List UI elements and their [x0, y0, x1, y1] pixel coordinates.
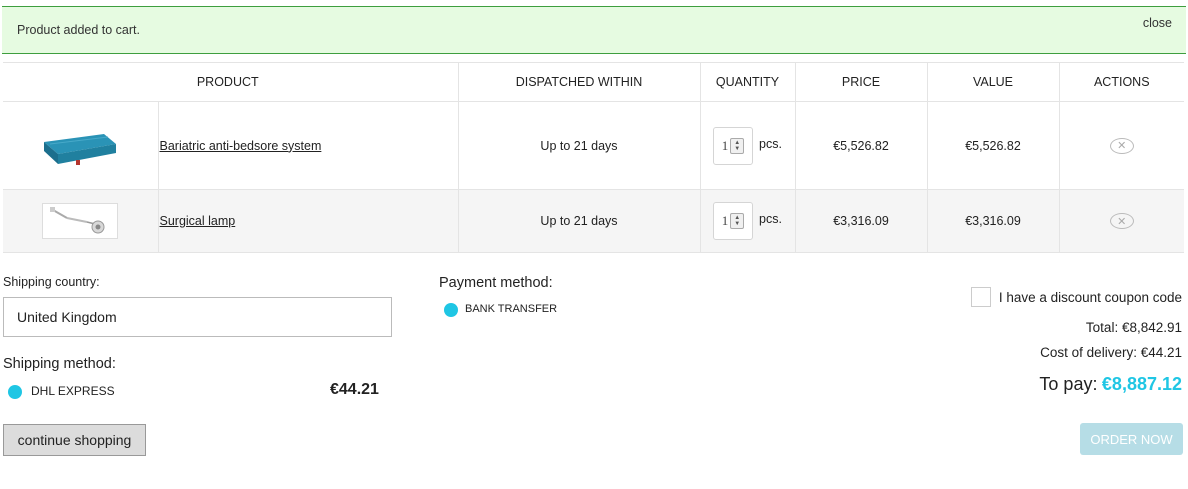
dispatch-cell: Up to 21 days [457, 189, 700, 253]
payment-option[interactable]: BANK TRANSFER [465, 303, 557, 315]
shipping-method-name[interactable]: DHL EXPRESS [31, 384, 115, 398]
quantity-value[interactable]: 1 [722, 138, 729, 154]
quantity-cell: 1 ▲ ▼ pcs. [699, 189, 795, 253]
delivery-cost-text: Cost of delivery: €44.21 [1040, 345, 1182, 360]
product-name-cell: Bariatric anti-bedsore system [157, 101, 458, 190]
remove-item-icon[interactable]: ✕ [1109, 213, 1134, 229]
shipping-method-label: Shipping method: [3, 356, 116, 372]
actions-cell: ✕ [1058, 189, 1184, 253]
cart-table: PRODUCT DISPATCHED WITHIN QUANTITY PRICE… [3, 62, 1184, 253]
payment-method-label: Payment method: [439, 275, 553, 291]
alert-close-link[interactable]: close [1143, 16, 1172, 30]
header-value: VALUE [926, 62, 1059, 102]
remove-item-icon[interactable]: ✕ [1109, 137, 1134, 154]
product-link[interactable]: Bariatric anti-bedsore system [160, 139, 322, 153]
actions-cell: ✕ [1058, 101, 1184, 190]
coupon-checkbox[interactable] [971, 287, 991, 307]
table-row: Surgical lamp Up to 21 days 1 ▲ ▼ pcs. €3… [3, 189, 1184, 253]
alert-message: Product added to cart. [17, 23, 140, 37]
spinner-icon[interactable]: ▲ ▼ [730, 213, 745, 229]
value-cell: €3,316.09 [926, 189, 1059, 253]
header-product: PRODUCT [3, 62, 458, 102]
coupon-label[interactable]: I have a discount coupon code [999, 290, 1182, 305]
quantity-stepper[interactable]: 1 ▲ ▼ [713, 126, 754, 165]
header-quantity: QUANTITY [699, 62, 795, 102]
mattress-image[interactable] [42, 120, 118, 172]
quantity-unit: pcs. [759, 136, 782, 151]
quantity-unit: pcs. [759, 212, 782, 226]
dispatch-cell: Up to 21 days [457, 101, 700, 190]
cart-alert: Product added to cart. close [2, 6, 1186, 54]
product-image-cell [3, 189, 158, 253]
to-pay-line: To pay: €8,887.12 [1039, 374, 1182, 395]
shipping-radio[interactable] [8, 385, 22, 399]
quantity-stepper[interactable]: 1 ▲ ▼ [713, 202, 754, 240]
quantity-cell: 1 ▲ ▼ pcs. [699, 101, 795, 190]
table-row: Bariatric anti-bedsore system Up to 21 d… [3, 101, 1184, 190]
value-cell: €5,526.82 [926, 101, 1059, 190]
product-name-cell: Surgical lamp [157, 189, 458, 253]
shipping-country-value: United Kingdom [17, 309, 117, 325]
quantity-value[interactable]: 1 [722, 213, 729, 229]
order-now-button[interactable]: ORDER NOW [1080, 423, 1183, 455]
to-pay-value: €8,887.12 [1101, 374, 1182, 394]
shipping-country-select[interactable]: United Kingdom [3, 297, 392, 337]
surgical-lamp-image[interactable] [42, 203, 119, 239]
header-price: PRICE [794, 62, 927, 102]
shipping-country-label: Shipping country: [3, 275, 100, 289]
shipping-method-price: €44.21 [330, 381, 379, 398]
product-image-cell [3, 101, 158, 190]
product-link[interactable]: Surgical lamp [160, 214, 236, 228]
header-actions: ACTIONS [1058, 62, 1184, 102]
payment-radio[interactable] [444, 303, 458, 317]
spinner-icon[interactable]: ▲ ▼ [730, 137, 745, 154]
header-dispatched: DISPATCHED WITHIN [457, 62, 700, 102]
price-cell: €3,316.09 [794, 189, 927, 253]
to-pay-label: To pay: [1039, 374, 1098, 394]
total-text: Total: €8,842.91 [1085, 320, 1182, 335]
price-cell: €5,526.82 [794, 101, 927, 190]
table-header-row: PRODUCT DISPATCHED WITHIN QUANTITY PRICE… [3, 62, 1184, 102]
continue-shopping-button[interactable]: continue shopping [3, 424, 146, 456]
